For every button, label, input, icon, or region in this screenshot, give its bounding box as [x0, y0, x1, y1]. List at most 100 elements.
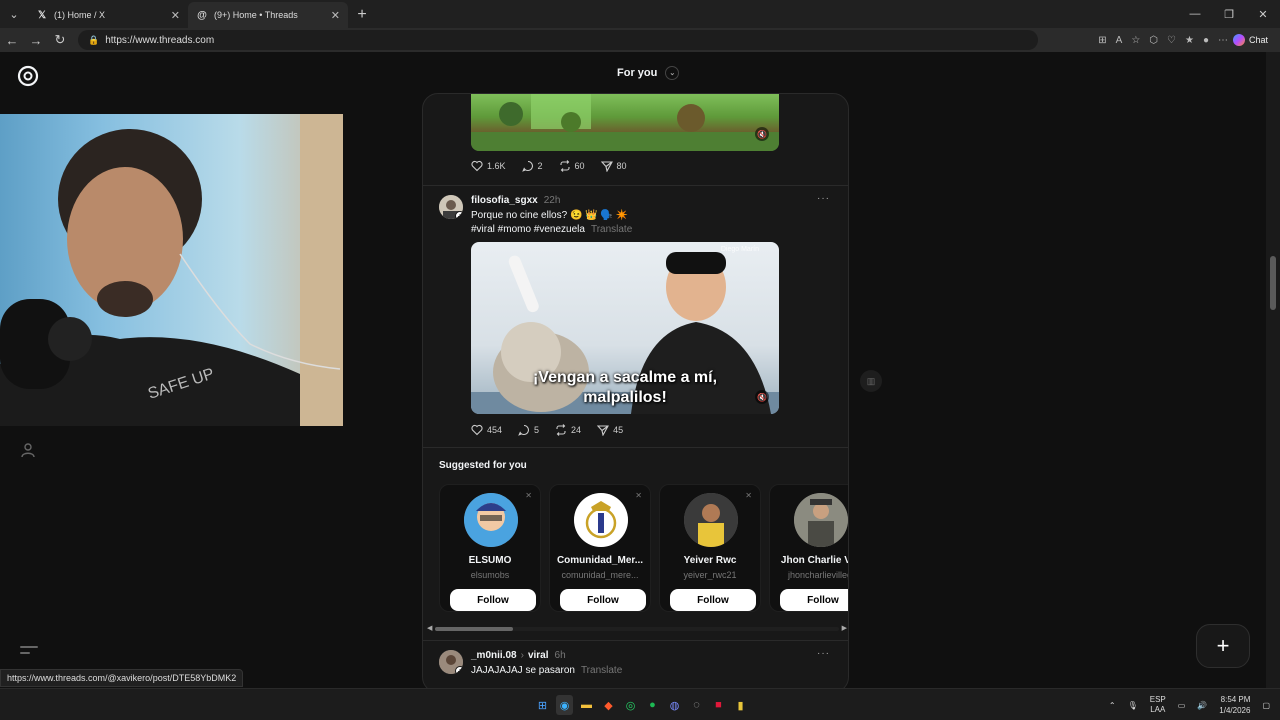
restore-icon[interactable]: ❐: [1212, 0, 1246, 28]
url-field[interactable]: 🔒 https://www.threads.com: [78, 30, 1038, 50]
profile-avatar-icon[interactable]: ●: [1203, 35, 1209, 46]
columns-icon[interactable]: ▥: [860, 370, 882, 392]
whatsapp-icon[interactable]: ◎: [622, 695, 639, 715]
extensions-icon[interactable]: ⬡: [1149, 35, 1158, 46]
follow-button[interactable]: Follow: [670, 589, 756, 611]
brave-icon[interactable]: ◆: [600, 695, 617, 715]
tab-list-chevron-icon[interactable]: ⌄: [0, 0, 28, 28]
app-available-icon[interactable]: ⊞: [1098, 35, 1106, 46]
x-logo-icon: 𝕏: [37, 9, 47, 21]
favorite-star-icon[interactable]: ☆: [1131, 35, 1140, 46]
chevron-up-icon[interactable]: ⌃: [1109, 701, 1116, 710]
status-bar-link: https://www.threads.com/@xavikero/post/D…: [0, 669, 244, 687]
follow-plus-icon[interactable]: +: [455, 666, 463, 674]
user-photo-image: [794, 493, 848, 547]
clock[interactable]: 8:54 PM 1/4/2026: [1219, 694, 1250, 716]
read-aloud-icon[interactable]: A: [1116, 35, 1123, 46]
tab-threads-home[interactable]: @ (9+) Home • Threads ✕: [188, 2, 348, 28]
username[interactable]: filosofia_sgxx: [471, 195, 538, 206]
microphone-icon[interactable]: 🎙: [1128, 701, 1138, 710]
feed-title: For you: [617, 67, 658, 79]
repost-button[interactable]: 60: [559, 160, 585, 172]
feed-header[interactable]: For you ⌄: [617, 66, 680, 80]
clock-date: 1/4/2026: [1219, 706, 1251, 715]
like-button[interactable]: 454: [471, 424, 502, 436]
volume-icon[interactable]: 🔊: [1197, 701, 1207, 710]
translate-link[interactable]: Translate: [581, 665, 622, 676]
create-post-button[interactable]: +: [1196, 624, 1250, 668]
reply-button[interactable]: 2: [521, 160, 543, 172]
app-red-icon[interactable]: ■: [710, 695, 727, 715]
close-window-icon[interactable]: ✕: [1246, 0, 1280, 28]
threads-logo-icon[interactable]: [16, 64, 40, 88]
new-tab-button[interactable]: +: [348, 2, 376, 28]
profile-icon[interactable]: [20, 442, 36, 458]
like-button[interactable]: 1.6K: [471, 160, 506, 172]
post-username[interactable]: filosofia_sgxx 22h: [471, 195, 560, 206]
share-count: 80: [616, 161, 627, 171]
back-arrow-icon[interactable]: ←: [0, 28, 24, 52]
follow-button[interactable]: Follow: [450, 589, 536, 611]
topic-tag[interactable]: viral: [528, 650, 549, 661]
discord-icon[interactable]: ◍: [666, 695, 683, 715]
forward-arrow-icon[interactable]: →: [24, 28, 48, 52]
spotify-icon[interactable]: ●: [644, 695, 661, 715]
reload-icon[interactable]: ↻: [48, 28, 72, 52]
mute-icon[interactable]: 🔇: [755, 127, 769, 141]
file-explorer-icon[interactable]: ▬: [578, 695, 595, 715]
post-hashtags[interactable]: #viral #momo #venezuela: [471, 224, 585, 235]
avatar[interactable]: [574, 493, 628, 547]
tab-close-icon[interactable]: ✕: [171, 9, 180, 22]
avatar[interactable]: [794, 493, 848, 547]
notification-icon[interactable]: ▢: [1262, 701, 1270, 710]
translate-link[interactable]: Translate: [591, 224, 632, 235]
edge-browser-icon[interactable]: ◉: [556, 695, 573, 715]
language-indicator[interactable]: ESP LAA: [1150, 695, 1166, 715]
app-yellow-icon[interactable]: ▮: [732, 695, 749, 715]
minimize-icon[interactable]: —: [1178, 0, 1212, 28]
share-button[interactable]: 80: [600, 160, 627, 172]
windows-start-icon[interactable]: ⊞: [534, 695, 551, 715]
share-button[interactable]: 45: [597, 424, 623, 436]
suggested-name[interactable]: Yeiver Rwc: [660, 555, 760, 566]
avatar[interactable]: [464, 493, 518, 547]
scroll-right-icon[interactable]: ▶: [842, 624, 847, 632]
username[interactable]: _m0nii.08: [471, 650, 517, 661]
post-video-meme[interactable]: Diego Marín ¡Vengan a sacalme a mí, malp…: [471, 242, 779, 414]
mute-icon[interactable]: 🔇: [755, 390, 769, 404]
menu-icon[interactable]: [20, 646, 38, 658]
copilot-chat-button[interactable]: Chat: [1227, 31, 1274, 49]
post-username[interactable]: _m0nii.08 › viral 6h: [471, 650, 566, 661]
browser-essentials-icon[interactable]: ♡: [1167, 35, 1176, 46]
post-video-minecraft[interactable]: 🔇: [471, 94, 779, 151]
feed-chevron-down-icon[interactable]: ⌄: [665, 66, 680, 80]
post-divider: [423, 447, 848, 448]
heart-icon: [471, 424, 483, 436]
follow-plus-icon[interactable]: +: [455, 211, 463, 219]
carousel-scrollbar[interactable]: ◀ ▶: [427, 624, 847, 634]
dismiss-icon[interactable]: ✕: [745, 491, 752, 500]
more-options-icon[interactable]: ···: [817, 193, 830, 204]
tab-x-home[interactable]: 𝕏 (1) Home / X ✕: [28, 2, 188, 28]
scroll-thumb[interactable]: [435, 627, 513, 631]
suggested-name[interactable]: Jhon Charlie Vill: [770, 555, 848, 566]
suggested-name[interactable]: ELSUMO: [440, 555, 540, 566]
repost-button[interactable]: 24: [555, 424, 581, 436]
obs-icon[interactable]: ◌: [688, 695, 705, 715]
scroll-thumb[interactable]: [1270, 256, 1276, 310]
avatar[interactable]: +: [439, 195, 463, 219]
avatar[interactable]: +: [439, 650, 463, 674]
follow-button[interactable]: Follow: [780, 589, 848, 611]
favorites-icon[interactable]: ★: [1185, 35, 1194, 46]
dismiss-icon[interactable]: ✕: [525, 491, 532, 500]
reply-button[interactable]: 5: [518, 424, 539, 436]
avatar[interactable]: [684, 493, 738, 547]
more-options-icon[interactable]: ···: [817, 648, 830, 659]
follow-button[interactable]: Follow: [560, 589, 646, 611]
tab-close-icon[interactable]: ✕: [331, 9, 340, 22]
scroll-left-icon[interactable]: ◀: [427, 624, 432, 632]
display-icon[interactable]: ▭: [1178, 701, 1186, 710]
page-scrollbar[interactable]: [1266, 52, 1280, 688]
dismiss-icon[interactable]: ✕: [635, 491, 642, 500]
suggested-name[interactable]: Comunidad_Mer...: [550, 555, 650, 566]
